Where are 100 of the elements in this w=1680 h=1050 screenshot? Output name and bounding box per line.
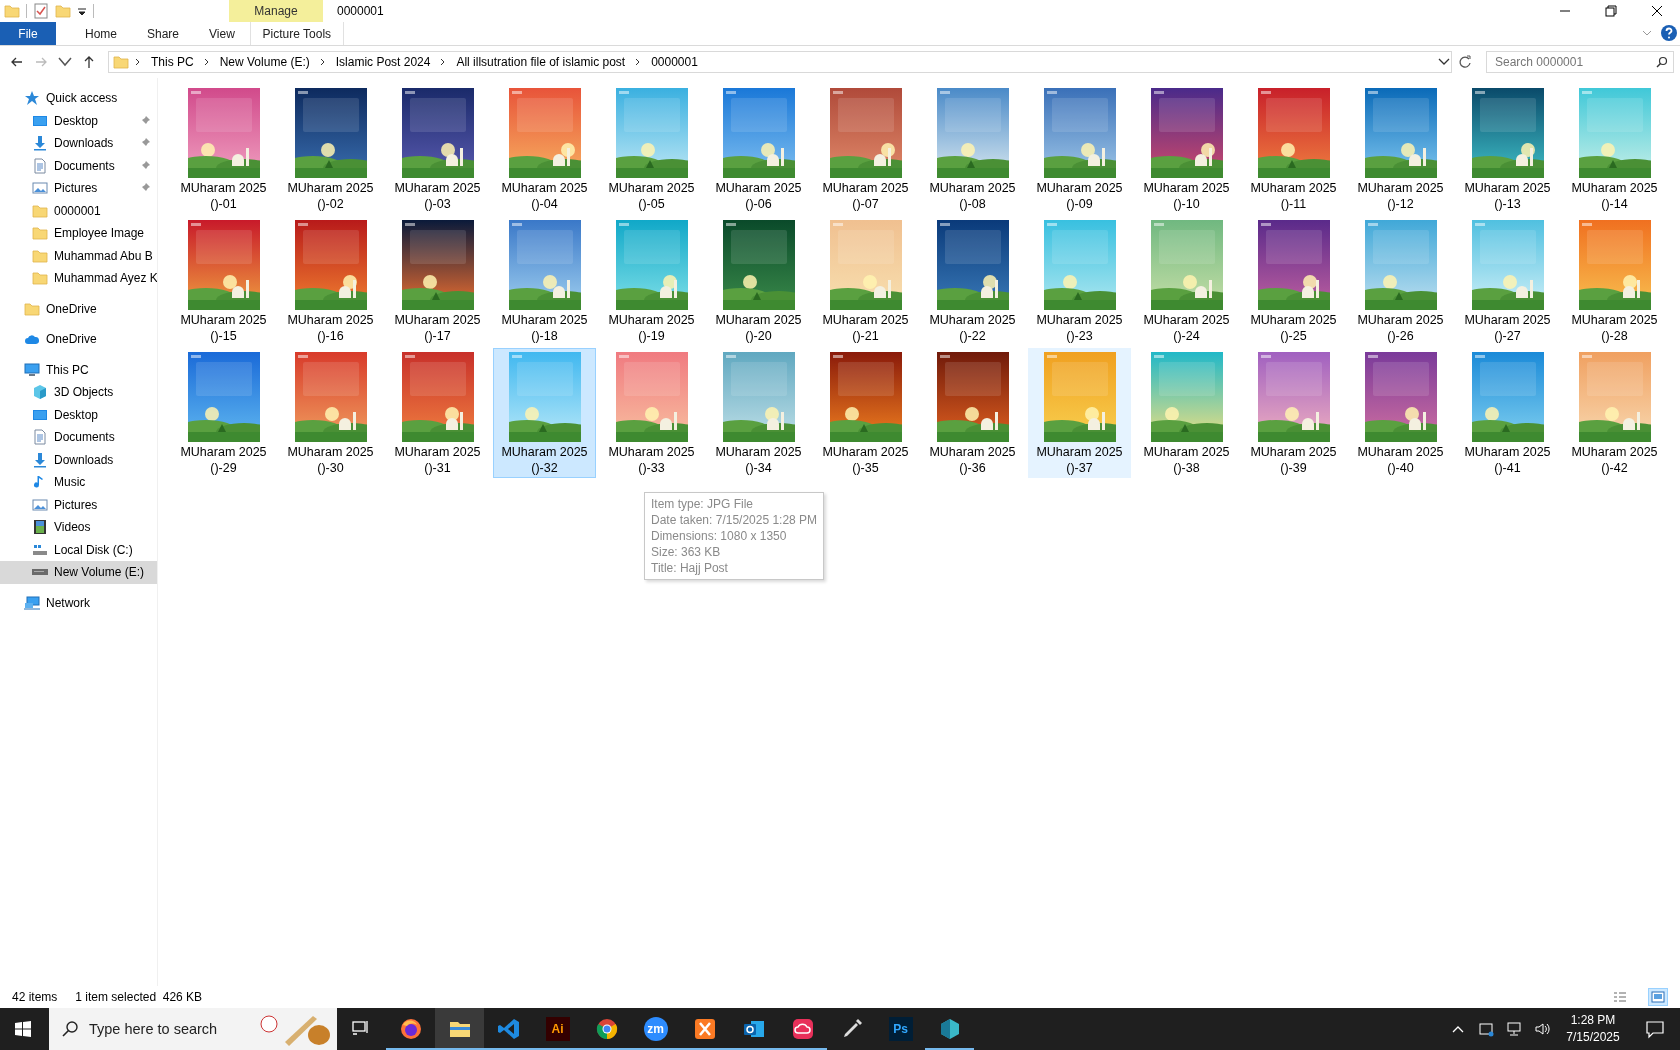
- file-item[interactable]: MUharam 2025 ()-38: [1135, 348, 1238, 478]
- breadcrumb[interactable]: This PC: [147, 53, 198, 71]
- file-item[interactable]: MUharam 2025 ()-26: [1349, 216, 1452, 346]
- taskbar-search-field[interactable]: Type here to search: [49, 1008, 337, 1050]
- file-name: MUharam 2025 ()-03: [393, 180, 482, 212]
- file-item[interactable]: MUharam 2025 ()-30: [279, 348, 382, 478]
- breadcrumb[interactable]: All illsutration file of islamic post: [452, 53, 630, 71]
- file-item[interactable]: MUharam 2025 ()-06: [707, 84, 810, 214]
- nav-item[interactable]: Downloads: [0, 448, 157, 471]
- file-name: MUharam 2025 ()-19: [607, 312, 696, 344]
- tooltip-line: Dimensions: 1080 x 1350: [651, 528, 788, 544]
- file-item[interactable]: MUharam 2025 ()-16: [279, 216, 382, 346]
- file-item[interactable]: MUharam 2025 ()-25: [1242, 216, 1345, 346]
- nav-item[interactable]: Desktop: [0, 403, 157, 426]
- nav-item[interactable]: This PC: [0, 358, 157, 381]
- file-item[interactable]: MUharam 2025 ()-23: [1028, 216, 1131, 346]
- help-icon: [1661, 25, 1677, 41]
- file-item[interactable]: MUharam 2025 ()-04: [493, 84, 596, 214]
- nav-item[interactable]: Muhammad Abu B: [0, 244, 157, 267]
- file-item[interactable]: MUharam 2025 ()-29: [172, 348, 275, 478]
- file-item[interactable]: MUharam 2025 ()-12: [1349, 84, 1452, 214]
- file-item[interactable]: MUharam 2025 ()-40: [1349, 348, 1452, 478]
- nav-item[interactable]: Downloads: [0, 132, 157, 155]
- file-item[interactable]: MUharam 2025 ()-13: [1456, 84, 1559, 214]
- file-item[interactable]: MUharam 2025 ()-35: [814, 348, 917, 478]
- nav-item[interactable]: Pictures: [0, 177, 157, 200]
- file-name: MUharam 2025 ()-15: [179, 312, 268, 344]
- file-item[interactable]: MUharam 2025 ()-14: [1563, 84, 1666, 214]
- file-item[interactable]: MUharam 2025 ()-10: [1135, 84, 1238, 214]
- file-item[interactable]: MUharam 2025 ()-11: [1242, 84, 1345, 214]
- file-item[interactable]: MUharam 2025 ()-32: [493, 348, 596, 478]
- nav-item[interactable]: Quick access: [0, 87, 157, 110]
- breadcrumb[interactable]: 0000001: [647, 53, 702, 71]
- file-item[interactable]: MUharam 2025 ()-36: [921, 348, 1024, 478]
- file-item[interactable]: MUharam 2025 ()-05: [600, 84, 703, 214]
- file-item[interactable]: MUharam 2025 ()-24: [1135, 216, 1238, 346]
- address-bar[interactable]: This PC New Volume (E:) Islamic Post 2024 All illsutration file of islamic post 0000001: [108, 51, 1452, 73]
- search-field[interactable]: Search 0000001: [1486, 51, 1674, 73]
- nav-item[interactable]: 0000001: [0, 199, 157, 222]
- file-name: MUharam 2025 ()-06: [714, 180, 803, 212]
- properties-icon[interactable]: [33, 3, 49, 19]
- file-item[interactable]: MUharam 2025 ()-22: [921, 216, 1024, 346]
- file-item[interactable]: MUharam 2025 ()-19: [600, 216, 703, 346]
- file-item[interactable]: MUharam 2025 ()-37: [1028, 348, 1131, 478]
- file-item[interactable]: MUharam 2025 ()-17: [386, 216, 489, 346]
- nav-item[interactable]: 3D Objects: [0, 381, 157, 404]
- file-item[interactable]: MUharam 2025 ()-15: [172, 216, 275, 346]
- nav-item[interactable]: Network: [0, 591, 157, 614]
- network-icon: [24, 594, 40, 611]
- clock[interactable]: 1:28 PM 7/15/2025: [1556, 1008, 1630, 1050]
- help-button[interactable]: [1658, 22, 1680, 44]
- file-item[interactable]: MUharam 2025 ()-21: [814, 216, 917, 346]
- file-item[interactable]: MUharam 2025 ()-34: [707, 348, 810, 478]
- nav-item[interactable]: Local Disk (C:): [0, 538, 157, 561]
- nav-item[interactable]: New Volume (E:): [0, 561, 157, 584]
- file-item[interactable]: MUharam 2025 ()-42: [1563, 348, 1666, 478]
- ribbon-tab[interactable]: Share: [132, 22, 195, 45]
- details-icon: [1613, 991, 1627, 1003]
- nav-item[interactable]: Documents: [0, 426, 157, 449]
- file-item[interactable]: MUharam 2025 ()-09: [1028, 84, 1131, 214]
- ribbon-tab[interactable]: View: [194, 22, 250, 45]
- nav-item[interactable]: Desktop: [0, 109, 157, 132]
- file-item[interactable]: MUharam 2025 ()-41: [1456, 348, 1559, 478]
- file-item[interactable]: MUharam 2025 ()-08: [921, 84, 1024, 214]
- nav-item[interactable]: Documents: [0, 154, 157, 177]
- file-item[interactable]: MUharam 2025 ()-33: [600, 348, 703, 478]
- nav-item[interactable]: Videos: [0, 516, 157, 539]
- nav-item[interactable]: OneDrive: [0, 297, 157, 320]
- file-item[interactable]: MUharam 2025 ()-31: [386, 348, 489, 478]
- context-tab-header: Manage: [229, 0, 323, 22]
- breadcrumb[interactable]: New Volume (E:): [215, 53, 314, 71]
- file-item[interactable]: MUharam 2025 ()-28: [1563, 216, 1666, 346]
- date: 7/15/2025: [1566, 1029, 1620, 1046]
- ribbon-tab[interactable]: Home: [70, 22, 132, 45]
- file-name: MUharam 2025 ()-34: [714, 444, 803, 476]
- file-item[interactable]: MUharam 2025 ()-20: [707, 216, 810, 346]
- nav-item[interactable]: Muhammad Ayez K: [0, 267, 157, 290]
- nav-item[interactable]: OneDrive: [0, 328, 157, 351]
- nav-item[interactable]: Music: [0, 471, 157, 494]
- file-name: MUharam 2025 ()-38: [1142, 444, 1231, 476]
- large-icons-view-button[interactable]: [1648, 988, 1668, 1006]
- ribbon-tab[interactable]: File: [0, 22, 56, 45]
- file-name: MUharam 2025 ()-37: [1035, 444, 1124, 476]
- nav-item[interactable]: Pictures: [0, 493, 157, 516]
- picture-icon: [32, 180, 48, 197]
- file-item[interactable]: MUharam 2025 ()-01: [172, 84, 275, 214]
- nav-item[interactable]: Employee Image: [0, 222, 157, 245]
- ribbon-tab[interactable]: Picture Tools: [249, 22, 344, 45]
- file-item[interactable]: MUharam 2025 ()-18: [493, 216, 596, 346]
- restore-icon: [1605, 5, 1617, 17]
- taskbar-app[interactable]: Ai: [533, 1008, 582, 1050]
- file-item[interactable]: MUharam 2025 ()-02: [279, 84, 382, 214]
- breadcrumb[interactable]: Islamic Post 2024: [331, 53, 435, 71]
- file-item[interactable]: MUharam 2025 ()-39: [1242, 348, 1345, 478]
- file-item[interactable]: MUharam 2025 ()-07: [814, 84, 917, 214]
- taskbar-app[interactable]: Ps: [876, 1008, 925, 1050]
- taskbar-app[interactable]: [435, 1008, 484, 1050]
- large-icons-icon: [1651, 991, 1665, 1003]
- file-item[interactable]: MUharam 2025 ()-27: [1456, 216, 1559, 346]
- file-item[interactable]: MUharam 2025 ()-03: [386, 84, 489, 214]
